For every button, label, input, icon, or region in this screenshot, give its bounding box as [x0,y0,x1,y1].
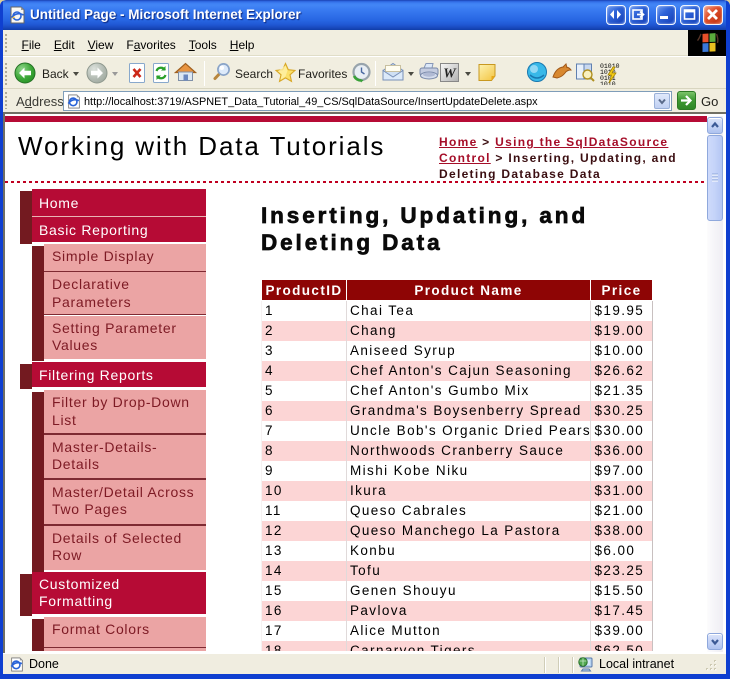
svg-text:1010: 1010 [600,81,616,85]
svg-text:W: W [443,67,457,82]
